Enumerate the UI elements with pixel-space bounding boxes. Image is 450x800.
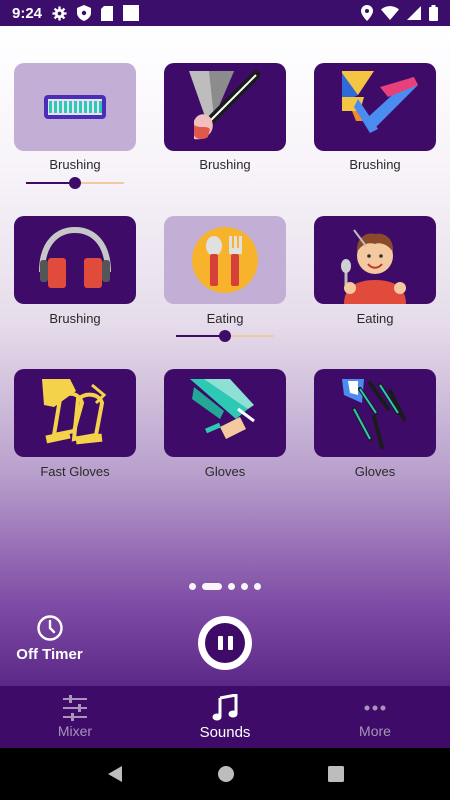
page-indicator [0,583,450,590]
clock-icon [36,615,63,641]
tile-label: Eating [356,311,394,326]
tile-label: Brushing [349,157,401,172]
nav-sounds[interactable]: Sounds [150,686,300,748]
page-dot[interactable] [241,583,248,590]
tile-label: Fast Gloves [40,464,110,479]
fork-spoon-icon [192,227,258,293]
colorful-brush-icon [342,71,418,133]
off-timer-button[interactable]: Off Timer [12,614,87,663]
sound-tile-brushing-comb[interactable] [14,63,136,151]
nav-mixer-label: Mixer [57,723,93,739]
tile-label: Brushing [199,157,251,172]
tile-label: Gloves [204,464,246,479]
headphones-icon [39,226,111,288]
location-icon [361,5,373,21]
status-time: 9:24 [12,4,43,22]
gloves-icon [42,379,107,445]
bottom-navigation: Mixer Sounds More [0,686,450,748]
tile-label: Gloves [354,464,396,479]
volume-slider[interactable] [176,329,274,343]
page-dot[interactable] [254,583,261,590]
boy-eating-icon [341,229,406,304]
back-icon[interactable] [106,765,124,783]
slider-thumb[interactable] [69,177,81,189]
sliders-icon [63,695,87,721]
system-navigation-bar [0,748,450,800]
slider-thumb[interactable] [219,330,231,342]
nav-more[interactable]: More [300,686,450,748]
recents-icon[interactable] [327,766,344,782]
dots-icon [364,705,386,711]
nav-sounds-label: Sounds [199,723,251,741]
sound-tile-brushing-headphones[interactable] [14,216,136,304]
page-dot-active[interactable] [202,583,222,590]
music-note-icon [212,693,238,720]
tile-label: Eating [206,311,244,326]
slider-fill [26,182,75,184]
paintbrush-icon [189,70,261,140]
wifi-icon [381,6,399,20]
tile-label: Brushing [49,311,101,326]
home-icon[interactable] [217,765,235,783]
notification-square-icon [123,5,140,21]
teal-gloves-icon [190,379,255,439]
sd-card-icon [101,5,114,21]
gear-icon [52,5,67,21]
status-bar: 9:24 [0,0,450,26]
sound-tile-eating-boy[interactable] [314,216,436,304]
sound-tile-brushing-paintbrush[interactable] [164,63,286,151]
slider-fill [176,335,225,337]
signal-icon [407,6,421,20]
pause-button[interactable] [198,616,252,670]
nav-mixer[interactable]: Mixer [0,686,150,748]
sound-tile-gloves-dark[interactable] [314,369,436,457]
shield-icon [77,5,92,21]
sound-tile-eating-utensils[interactable] [164,216,286,304]
battery-icon [429,5,438,21]
off-timer-label: Off Timer [16,646,83,663]
nav-more-label: More [359,723,391,739]
dark-gloves-icon [342,379,406,449]
sound-tile-gloves-teal[interactable] [164,369,286,457]
sound-tile-brushing-colorful[interactable] [314,63,436,151]
comb-icon [44,95,106,119]
tile-label: Brushing [49,157,101,172]
page-dot[interactable] [228,583,235,590]
sound-tile-fast-gloves[interactable] [14,369,136,457]
pause-icon [205,623,245,663]
page-dot[interactable] [189,583,196,590]
volume-slider[interactable] [26,176,124,190]
